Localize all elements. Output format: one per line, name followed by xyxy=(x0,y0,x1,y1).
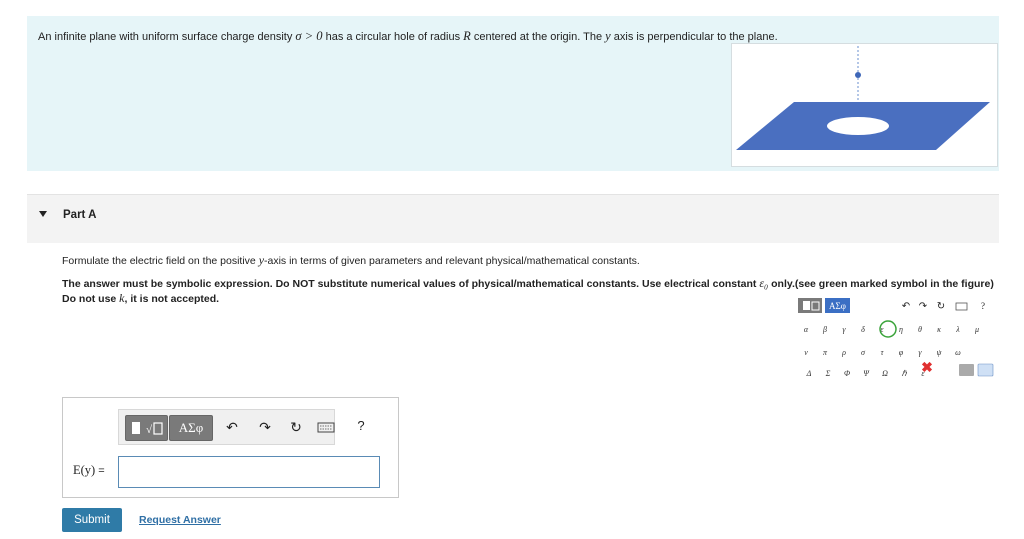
symbols-button[interactable]: ΑΣφ xyxy=(169,415,213,441)
symbol-key: μ xyxy=(974,325,979,334)
fig-undo-icon: ↶ xyxy=(902,301,910,312)
redo-icon[interactable]: ↷ xyxy=(254,415,276,439)
symbol-key: α xyxy=(804,325,809,334)
symbol-key: σ xyxy=(861,348,866,357)
symbols-tab-label: ΑΣφ xyxy=(829,301,846,311)
symbol-key: θ xyxy=(918,325,922,334)
plane-with-hole-diagram xyxy=(736,46,990,150)
fig-backspace-icon xyxy=(959,364,974,376)
symbol-key: Σ xyxy=(825,369,831,378)
answer-input[interactable] xyxy=(118,456,380,488)
answer-panel: √ ΑΣφ ↶ ↷ ↻ ? E(y) = xyxy=(62,397,399,498)
symbol-key: γ xyxy=(842,325,846,334)
templates-button[interactable]: √ xyxy=(125,415,168,441)
symbol-key: Ω xyxy=(882,369,888,378)
symbol-row-2: νπρστφγψω xyxy=(804,348,961,357)
symbol-key: ψ xyxy=(937,348,943,357)
math-toolbar: √ ΑΣφ ↶ ↷ ↻ xyxy=(118,409,335,445)
fig-reset-icon: ↻ xyxy=(937,301,945,312)
field-point-dot xyxy=(855,72,861,78)
answer-label: E(y) = xyxy=(73,463,105,477)
symbol-key: κ xyxy=(937,325,941,334)
part-a-header[interactable]: Part A xyxy=(27,194,999,243)
symbol-key: ν xyxy=(804,348,808,357)
symbol-key: τ xyxy=(881,348,885,357)
request-answer-link[interactable]: Request Answer xyxy=(139,514,221,526)
symbol-row-1: αβγδεηθκλμ xyxy=(804,325,979,334)
symbol-key: ℏ xyxy=(901,369,907,378)
submit-button[interactable]: Submit xyxy=(62,508,122,532)
circular-hole xyxy=(827,117,889,135)
symbol-key: γ xyxy=(918,348,922,357)
symbol-row-3: ΔΣΦΨΩℏε xyxy=(806,369,926,378)
symbol-key: Φ xyxy=(844,369,850,378)
symbol-key: Δ xyxy=(806,369,812,378)
symbol-key: π xyxy=(823,348,828,357)
problem-statement: An infinite plane with uniform surface c… xyxy=(27,16,999,171)
reset-icon[interactable]: ↻ xyxy=(285,415,307,439)
symbol-key: η xyxy=(899,325,903,334)
keyboard-icon[interactable] xyxy=(316,415,336,439)
symbol-key: Ψ xyxy=(863,369,870,378)
symbol-key: φ xyxy=(899,348,904,357)
fig-keyboard-toggle-icon xyxy=(977,363,994,377)
question-text: Formulate the electric field on the posi… xyxy=(62,253,640,267)
problem-text: An infinite plane with uniform surface c… xyxy=(38,29,778,43)
fig-keyboard-icon xyxy=(955,302,968,311)
plane-figure xyxy=(731,43,998,167)
symbol-key: ω xyxy=(955,348,961,357)
symbol-key: β xyxy=(822,325,827,334)
undo-icon[interactable]: ↶ xyxy=(221,415,243,439)
help-icon[interactable]: ? xyxy=(350,414,372,438)
red-x-icon: ✖ xyxy=(921,359,933,375)
symbol-key: ρ xyxy=(841,348,846,357)
part-title: Part A xyxy=(63,209,97,221)
templates-icon: √ xyxy=(132,422,163,436)
symbol-key: δ xyxy=(861,325,865,334)
fig-redo-icon: ↷ xyxy=(919,301,928,312)
symbol-keyboard-figure: ΑΣφ ↶ ↷ ↻ ? αβγδεηθκλμ νπρστφγψω ΔΣΦΨΩℏε… xyxy=(796,296,997,386)
collapse-caret-icon[interactable] xyxy=(39,211,47,217)
svg-text:√: √ xyxy=(146,424,153,436)
fig-help-icon: ? xyxy=(981,301,985,311)
symbol-key: λ xyxy=(955,325,960,334)
